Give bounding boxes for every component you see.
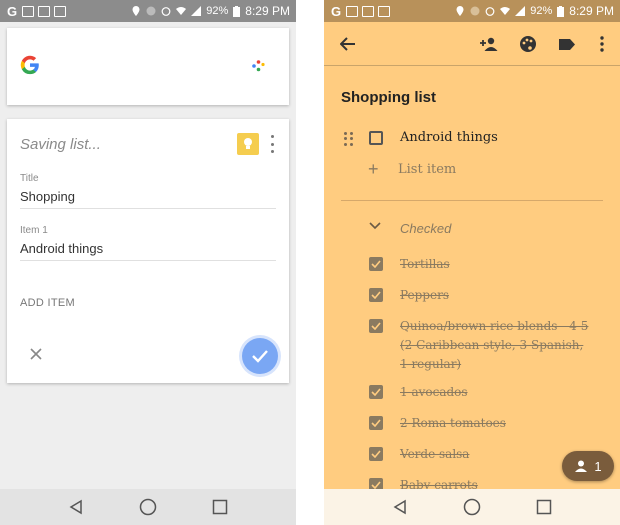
google-notification-icon: G bbox=[6, 3, 18, 19]
home-nav-button[interactable] bbox=[462, 497, 482, 517]
back-nav-button[interactable] bbox=[66, 497, 86, 517]
home-nav-button[interactable] bbox=[138, 497, 158, 517]
assistant-screen: G 92% 8:29 PM Saving list... Title Shopp… bbox=[0, 0, 296, 525]
add-item-button[interactable]: ADD ITEM bbox=[20, 297, 75, 309]
close-icon[interactable] bbox=[29, 347, 43, 361]
status-bar: G 92% 8:29 PM bbox=[324, 0, 620, 22]
saving-status: Saving list... bbox=[20, 136, 101, 153]
wifi-icon bbox=[500, 7, 511, 15]
location-icon bbox=[456, 6, 464, 16]
title-label: Title bbox=[20, 173, 39, 184]
checked-item-text[interactable]: Tortillas bbox=[400, 255, 590, 274]
note-title[interactable]: Shopping list bbox=[341, 89, 436, 106]
home-circle-icon bbox=[139, 498, 157, 516]
item-checkbox[interactable] bbox=[369, 131, 383, 145]
section-divider bbox=[341, 200, 603, 201]
gallery-notification-icon bbox=[362, 5, 374, 17]
chevron-down-icon[interactable] bbox=[369, 222, 381, 230]
checked-checkbox[interactable] bbox=[369, 319, 383, 333]
add-item-plus-icon[interactable]: + bbox=[368, 160, 379, 178]
assistant-dots-icon[interactable] bbox=[251, 59, 267, 73]
battery-icon bbox=[233, 5, 241, 17]
navigation-bar bbox=[0, 489, 296, 525]
home-circle-icon bbox=[463, 498, 481, 516]
checked-checkbox[interactable] bbox=[369, 288, 383, 302]
status-bar: G 92% 8:29 PM bbox=[0, 0, 296, 22]
signal-icon bbox=[191, 6, 202, 16]
alarm-icon bbox=[161, 7, 171, 16]
photos-notification-icon bbox=[378, 5, 390, 17]
recents-square-icon bbox=[212, 499, 228, 515]
google-assistant-card bbox=[7, 28, 289, 105]
checked-checkbox[interactable] bbox=[369, 416, 383, 430]
checkmark-icon bbox=[252, 350, 268, 363]
new-list-item-input[interactable]: List item bbox=[398, 162, 456, 177]
recents-nav-button[interactable] bbox=[210, 497, 230, 517]
label-icon[interactable] bbox=[557, 34, 577, 54]
checked-item-text[interactable]: Quinoa/brown rice blends - 4-5 (2 Caribb… bbox=[400, 317, 590, 374]
confirm-button[interactable] bbox=[242, 338, 278, 374]
recents-nav-button[interactable] bbox=[534, 497, 554, 517]
clock: 8:29 PM bbox=[245, 4, 290, 18]
keep-note-screen: G 92% 8:29 PM Shopping list Android thin… bbox=[324, 0, 620, 525]
note-toolbar bbox=[324, 22, 620, 66]
bluetooth-icon bbox=[470, 6, 480, 16]
gmail-notification-icon bbox=[22, 5, 34, 17]
item-underline bbox=[20, 260, 276, 261]
recents-square-icon bbox=[536, 499, 552, 515]
checked-item-text[interactable]: Verde salsa bbox=[400, 445, 590, 464]
wifi-icon bbox=[176, 7, 187, 15]
list-item-text[interactable]: Android things bbox=[400, 130, 498, 145]
more-options-icon[interactable] bbox=[592, 34, 612, 54]
back-nav-button[interactable] bbox=[390, 497, 410, 517]
back-triangle-icon bbox=[393, 499, 406, 515]
person-icon bbox=[575, 460, 588, 472]
bluetooth-icon bbox=[146, 6, 156, 16]
photos-notification-icon bbox=[54, 5, 66, 17]
title-field[interactable]: Shopping bbox=[20, 189, 75, 204]
battery-percent: 92% bbox=[206, 5, 229, 17]
google-notification-icon: G bbox=[330, 3, 342, 19]
google-logo-icon bbox=[20, 55, 39, 75]
title-underline bbox=[20, 208, 276, 209]
checked-item-text[interactable]: 1 avocados bbox=[400, 383, 590, 402]
more-options-icon[interactable] bbox=[269, 135, 275, 153]
battery-icon bbox=[557, 5, 565, 17]
add-collaborator-icon[interactable] bbox=[479, 34, 499, 54]
back-arrow-icon[interactable] bbox=[338, 34, 358, 54]
checked-item-text[interactable]: 2 Roma tomatoes bbox=[400, 414, 590, 433]
palette-icon[interactable] bbox=[518, 34, 538, 54]
collaborator-count: 1 bbox=[594, 458, 602, 474]
collaborators-button[interactable]: 1 bbox=[562, 451, 614, 481]
signal-icon bbox=[515, 6, 526, 16]
item-field[interactable]: Android things bbox=[20, 241, 103, 256]
checked-checkbox[interactable] bbox=[369, 447, 383, 461]
battery-percent: 92% bbox=[530, 5, 553, 17]
clock: 8:29 PM bbox=[569, 4, 614, 18]
checked-checkbox[interactable] bbox=[369, 385, 383, 399]
checked-checkbox[interactable] bbox=[369, 257, 383, 271]
checked-section-label: Checked bbox=[400, 221, 452, 236]
alarm-icon bbox=[485, 7, 495, 16]
keep-note-card: Saving list... Title Shopping Item 1 And… bbox=[7, 119, 289, 383]
keep-app-icon[interactable] bbox=[237, 133, 259, 155]
back-triangle-icon bbox=[69, 499, 82, 515]
drag-handle-icon[interactable] bbox=[344, 132, 354, 146]
item-label: Item 1 bbox=[20, 225, 48, 236]
checked-item-text[interactable]: Peppers bbox=[400, 286, 590, 305]
lightbulb-icon bbox=[244, 138, 252, 149]
navigation-bar bbox=[324, 489, 620, 525]
gallery-notification-icon bbox=[38, 5, 50, 17]
gmail-notification-icon bbox=[346, 5, 358, 17]
location-icon bbox=[132, 6, 140, 16]
